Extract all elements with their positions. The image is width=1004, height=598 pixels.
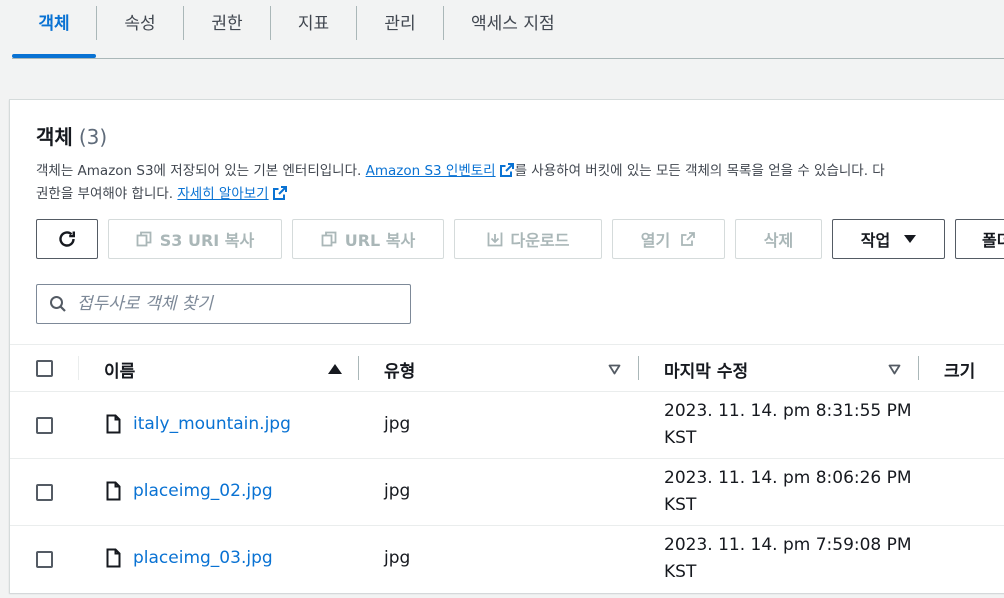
column-divider[interactable] — [918, 356, 919, 380]
download-icon — [487, 232, 502, 247]
table-row[interactable]: italy_mountain.jpg jpg 2023. 11. 14. pm … — [10, 392, 1004, 459]
column-header-name[interactable]: 이름 — [104, 345, 135, 393]
modified-timezone: KST — [664, 562, 697, 582]
row-checkbox[interactable] — [36, 484, 53, 501]
column-size-label: 크기 — [944, 361, 976, 382]
search-box — [36, 284, 411, 324]
tab-permissions-label: 권한 — [211, 13, 243, 34]
column-divider — [78, 356, 79, 380]
copy-url-label: URL 복사 — [344, 231, 416, 250]
object-type: jpg — [384, 481, 411, 501]
object-type: jpg — [384, 548, 411, 568]
modified-date: 2023. 11. 14. pm 8:31:55 PM — [664, 401, 912, 421]
tab-management-label: 관리 — [384, 13, 416, 34]
table-row[interactable]: placeimg_03.jpg jpg 2023. 11. 14. pm 7:5… — [10, 526, 1004, 593]
tab-access-points[interactable]: 액세스 지점 — [444, 0, 679, 42]
desc-text-3: 권한을 부여해야 합니다. — [36, 186, 178, 202]
refresh-icon — [59, 231, 75, 247]
file-icon — [106, 414, 121, 434]
column-header-size[interactable]: 크기 — [944, 345, 975, 393]
search-icon — [50, 296, 66, 312]
inventory-link[interactable]: Amazon S3 인벤토리 — [366, 163, 496, 179]
object-count: (3) — [78, 125, 108, 149]
external-link-icon[interactable] — [499, 162, 515, 178]
desc-text-1: 객체는 Amazon S3에 저장되어 있는 기본 엔터티입니다. — [36, 163, 366, 179]
column-header-type[interactable]: 유형 — [384, 345, 415, 393]
tab-metrics-label: 지표 — [297, 13, 330, 34]
learn-more-link[interactable]: 자세히 알아보기 — [177, 186, 268, 202]
tab-metrics[interactable]: 지표 — [271, 0, 356, 42]
external-link-icon[interactable] — [272, 185, 288, 201]
object-last-modified: 2023. 11. 14. pm 8:31:55 PM KST — [664, 398, 912, 452]
tab-management[interactable]: 관리 — [357, 0, 443, 42]
external-link-icon — [681, 232, 696, 246]
open-button[interactable]: 열기 — [612, 219, 725, 259]
tab-properties-label: 속성 — [124, 13, 156, 34]
tab-bar: 객체 속성 권한 지표 관리 액세스 지점 — [0, 0, 1004, 59]
tab-permissions[interactable]: 권한 — [184, 0, 270, 42]
table-row[interactable]: placeimg_02.jpg jpg 2023. 11. 14. pm 8:0… — [10, 459, 1004, 526]
modified-date: 2023. 11. 14. pm 8:06:26 PM — [664, 468, 912, 488]
object-name-link[interactable]: italy_mountain.jpg — [133, 414, 291, 434]
download-button[interactable]: 다운로드 — [454, 219, 602, 259]
panel-description: 객체는 Amazon S3에 저장되어 있는 기본 엔터티입니다. Amazon… — [36, 160, 1004, 206]
copy-icon — [321, 231, 337, 247]
object-last-modified: 2023. 11. 14. pm 7:59:08 PM KST — [664, 532, 912, 586]
download-label: 다운로드 — [510, 231, 570, 250]
delete-label: 삭제 — [763, 231, 794, 250]
modified-timezone: KST — [664, 428, 697, 448]
file-icon — [106, 548, 121, 568]
column-header-last-modified[interactable]: 마지막 수정 — [664, 345, 748, 393]
column-type-label: 유형 — [384, 361, 416, 382]
modified-date: 2023. 11. 14. pm 7:59:08 PM — [664, 535, 912, 555]
object-last-modified: 2023. 11. 14. pm 8:06:26 PM KST — [664, 465, 912, 519]
copy-icon — [136, 231, 152, 247]
caret-down-icon — [904, 235, 917, 243]
file-icon — [106, 481, 121, 501]
column-name-label: 이름 — [104, 361, 136, 382]
tab-access-points-label: 액세스 지점 — [471, 13, 555, 34]
column-last-modified-label: 마지막 수정 — [664, 361, 749, 382]
object-name-link[interactable]: placeimg_03.jpg — [133, 548, 273, 568]
tab-objects-label: 객체 — [38, 13, 70, 34]
row-checkbox[interactable] — [36, 417, 53, 434]
sort-descending-icon[interactable] — [888, 364, 901, 375]
column-divider[interactable] — [638, 356, 639, 380]
object-name-link[interactable]: placeimg_02.jpg — [133, 481, 273, 501]
modified-timezone: KST — [664, 495, 697, 515]
panel-title: 객체 (3) — [36, 121, 107, 150]
actions-dropdown[interactable]: 작업 — [832, 219, 945, 259]
table-header: 이름 유형 마지막 수정 크기 — [10, 344, 1004, 392]
copy-url-button[interactable]: URL 복사 — [292, 219, 444, 259]
desc-text-2: 를 사용하여 버킷에 있는 모든 객체의 목록을 얻을 수 있습니다. 다 — [514, 163, 885, 179]
delete-button[interactable]: 삭제 — [735, 219, 822, 259]
active-tab-indicator — [12, 54, 96, 58]
panel-title-text: 객체 — [36, 125, 73, 149]
tab-properties[interactable]: 속성 — [97, 0, 183, 42]
copy-s3-uri-label: S3 URI 복사 — [159, 231, 255, 250]
create-folder-button[interactable]: 폴더 — [955, 219, 1004, 259]
create-folder-label: 폴더 — [982, 231, 1004, 250]
select-all-checkbox[interactable] — [36, 360, 53, 377]
row-checkbox[interactable] — [36, 551, 53, 568]
search-input[interactable] — [77, 294, 377, 314]
actions-label: 작업 — [860, 231, 891, 250]
copy-s3-uri-button[interactable]: S3 URI 복사 — [108, 219, 282, 259]
sort-ascending-icon[interactable] — [328, 364, 342, 374]
refresh-button[interactable] — [36, 219, 98, 259]
open-label: 열기 — [640, 231, 671, 250]
tab-objects[interactable]: 객체 — [12, 0, 96, 42]
sort-descending-icon[interactable] — [608, 364, 621, 375]
column-divider[interactable] — [358, 356, 359, 380]
object-type: jpg — [384, 414, 411, 434]
objects-panel: 객체 (3) 객체는 Amazon S3에 저장되어 있는 기본 엔터티입니다. … — [9, 99, 1004, 593]
